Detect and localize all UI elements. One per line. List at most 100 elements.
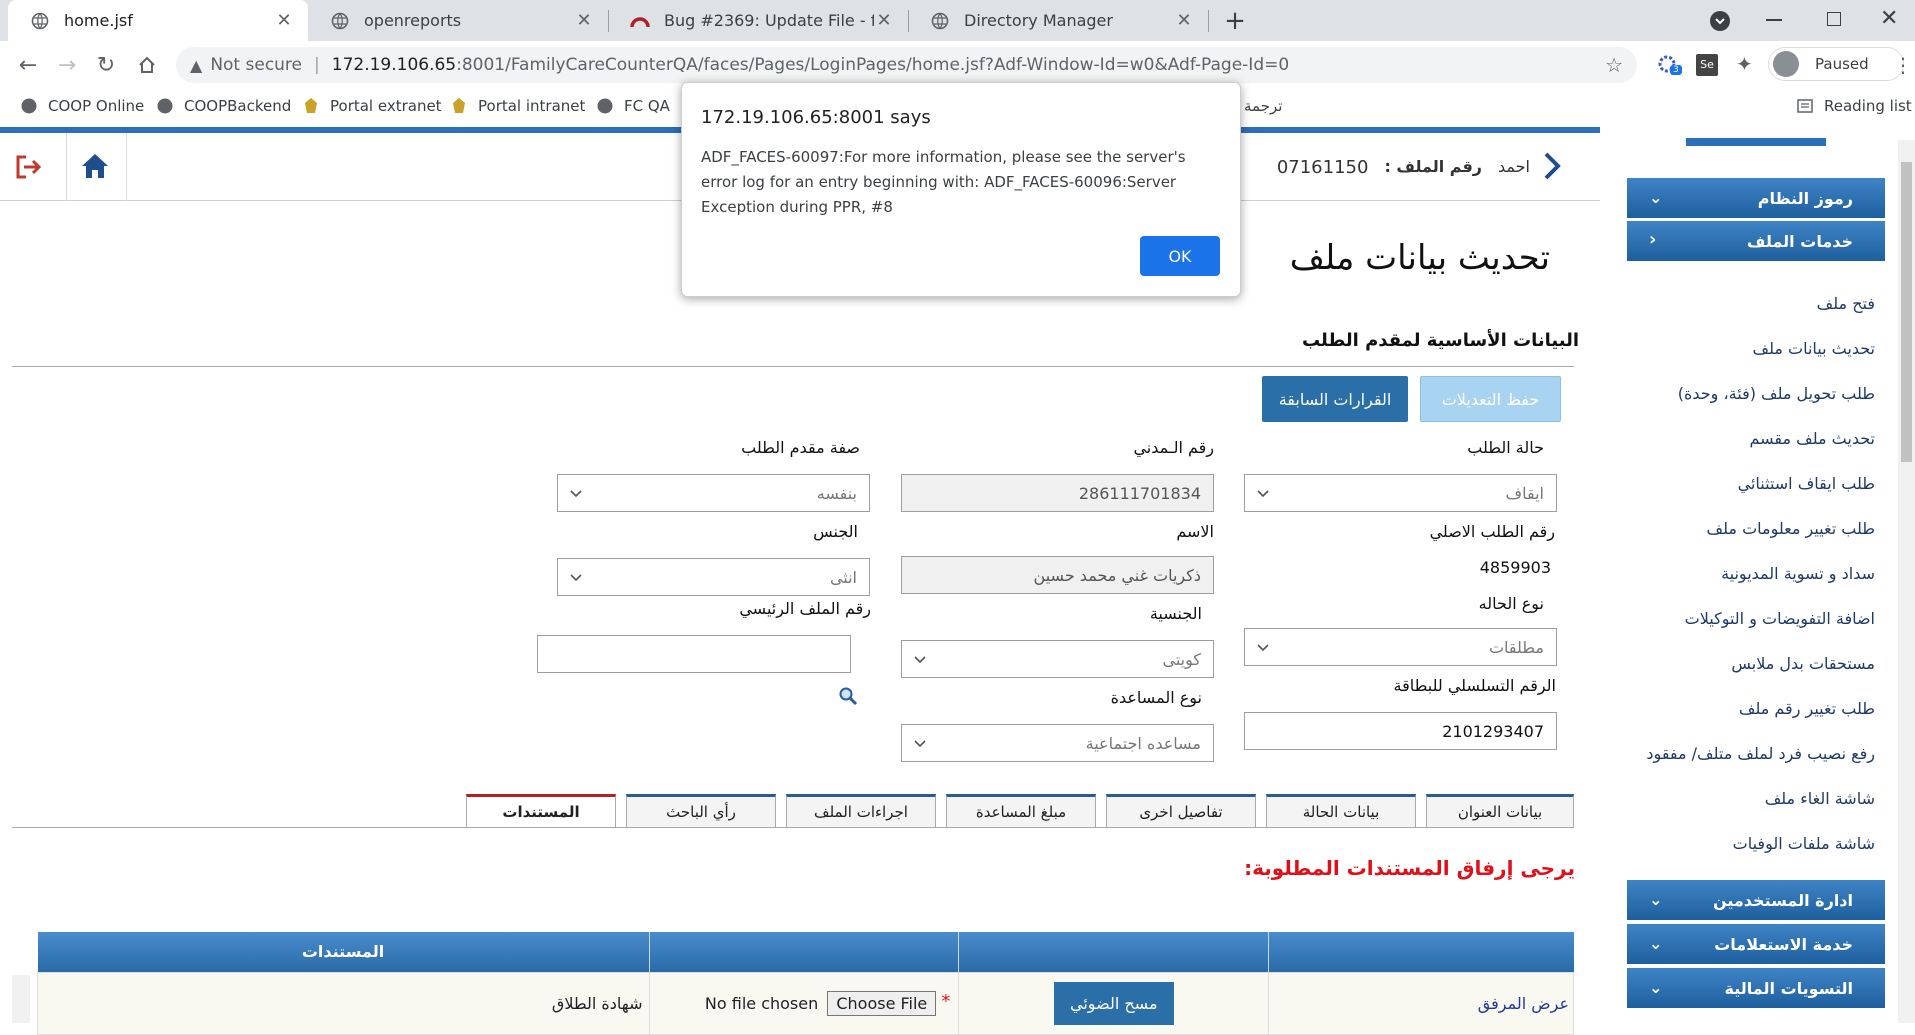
main-file-input[interactable]	[537, 635, 851, 673]
tab-directory-manager[interactable]: Directory Manager ✕	[908, 0, 1208, 41]
sidebar-section-user-management[interactable]: ادارة المستخدمين ⌄	[1627, 880, 1885, 920]
chevron-down-icon: ⌄	[1649, 890, 1663, 909]
applicant-role-select[interactable]: بنفسه	[557, 474, 870, 512]
browser-tab-strip: home.jsf ✕ openreports ✕ Bug #2369: Upda…	[0, 0, 1915, 41]
choose-file-button[interactable]: Choose File	[827, 990, 937, 1016]
tab-separator	[1208, 10, 1209, 32]
request-status-select[interactable]: ايقاف	[1244, 474, 1557, 512]
bookmark-label: FC QA	[624, 97, 670, 115]
sidebar-item-open-file[interactable]: فتح ملف	[1817, 294, 1875, 313]
tab-openreports[interactable]: openreports ✕	[308, 0, 608, 41]
tab-case-data[interactable]: بيانات الحالة	[1266, 794, 1416, 828]
window-close-icon[interactable]: ✕	[1880, 6, 1904, 34]
sidebar-scrollbar[interactable]	[1898, 140, 1915, 1023]
close-icon[interactable]: ✕	[574, 10, 594, 31]
tab-researcher-opinion[interactable]: رأي الباحث	[626, 794, 776, 828]
selenium-icon[interactable]: Se	[1696, 54, 1718, 76]
reload-icon[interactable]: ↻	[90, 49, 122, 81]
name-label: الاسم	[1176, 522, 1214, 541]
chevron-down-icon	[1257, 490, 1269, 498]
previous-decisions-button[interactable]: القرارات السابقة	[1262, 376, 1408, 422]
bookmark-item[interactable]: COOPBackend	[156, 94, 291, 118]
tab-bug[interactable]: Bug #2369: Update File - function ✕	[608, 0, 908, 41]
new-tab-button[interactable]: +	[1220, 6, 1250, 36]
tab-aid-amount[interactable]: مبلغ المساعدة	[946, 794, 1096, 828]
reading-list[interactable]: Reading list	[1796, 94, 1912, 118]
sidebar-item-clothing-allowance[interactable]: مستحقات بدل ملابس	[1731, 654, 1875, 673]
close-icon[interactable]: ✕	[874, 10, 894, 31]
tab-documents[interactable]: المستندات	[466, 794, 616, 828]
view-attachment-link[interactable]: عرض المرفق	[1268, 971, 1574, 1035]
scrollbar-thumb[interactable]	[1901, 162, 1912, 462]
home-icon[interactable]	[80, 151, 110, 181]
tab-search-icon[interactable]	[1710, 11, 1730, 31]
applicant-role-label: صفة مقدم الطلب	[741, 438, 860, 457]
gender-label: الجنس	[813, 522, 858, 541]
profile-button[interactable]: Paused	[1768, 47, 1904, 81]
sidebar-section-system-codes[interactable]: رموز النظام ⌄	[1627, 178, 1885, 218]
sidebar-item-change-info[interactable]: طلب تغيير معلومات ملف	[1707, 519, 1875, 538]
tab-home[interactable]: home.jsf ✕	[8, 0, 308, 41]
sidebar-item-deceased-files[interactable]: شاشة ملفات الوفيات	[1733, 834, 1875, 853]
bookmark-item[interactable]: FC QA	[596, 94, 670, 118]
sidebar-item-authorizations[interactable]: اضافة التفويضات و التوكيلات	[1685, 609, 1875, 628]
input-value: 286111701834	[1078, 483, 1201, 503]
restore-icon[interactable]	[1827, 12, 1841, 26]
scan-button[interactable]: مسح الضوئي	[1054, 981, 1174, 1025]
sidebar-section-inquiries[interactable]: خدمة الاستعلامات ⌄	[1627, 924, 1885, 964]
globe-icon	[156, 97, 174, 115]
forward-icon[interactable]: →	[51, 49, 83, 81]
table-header-row: المستندات	[37, 932, 1574, 972]
save-changes-button[interactable]: حفظ التعديلات	[1420, 376, 1561, 422]
bookmark-star-icon[interactable]: ☆	[1605, 53, 1623, 77]
home-icon[interactable]	[131, 49, 163, 81]
case-type-select[interactable]: مطلقات	[1244, 628, 1557, 666]
nationality-select[interactable]: كويتى	[901, 640, 1214, 678]
column-header: المستندات	[37, 932, 650, 972]
sidebar-item-exceptional-stop[interactable]: طلب ايقاف استثنائي	[1738, 474, 1875, 493]
url-host: 172.19.106.65	[331, 55, 457, 75]
bookmark-label: ترجمة	[1244, 97, 1283, 115]
search-icon[interactable]	[838, 686, 858, 706]
aid-type-select[interactable]: مساعده اجتماعية	[901, 724, 1214, 762]
sidebar-item-raise-share[interactable]: رفع نصيب فرد لملف متلف/ مفقود	[1646, 744, 1875, 763]
section-label: خدمة الاستعلامات	[1714, 934, 1853, 954]
sidebar-item-transfer-file[interactable]: طلب تحويل ملف (فئة، وحدة)	[1678, 384, 1875, 403]
sidebar-section-file-services[interactable]: خدمات الملف ‹	[1627, 221, 1885, 261]
card-serial-label: الرقم التسلسلي للبطاقة	[1393, 676, 1556, 695]
logout-icon[interactable]	[14, 153, 44, 181]
close-icon[interactable]: ✕	[274, 10, 294, 31]
bookmark-item[interactable]: Portal extranet	[302, 94, 442, 118]
chevron-down-icon: ⌄	[1649, 934, 1663, 953]
chevron-right-icon[interactable]	[1540, 151, 1564, 181]
address-bar[interactable]: ▲ Not secure | 172.19.106.65:8001/Family…	[176, 47, 1637, 83]
sidebar-item-update-file[interactable]: تحديث بيانات ملف	[1753, 339, 1876, 358]
bookmark-item[interactable]: Portal intranet	[450, 94, 585, 118]
aid-type-label: نوع المساعدة	[1110, 688, 1202, 707]
bookmark-item[interactable]: COOP Online	[20, 94, 144, 118]
close-icon[interactable]: ✕	[1174, 10, 1194, 31]
page-title: تحديث بيانات ملف	[1289, 238, 1550, 278]
ok-button[interactable]: OK	[1140, 236, 1220, 276]
tab-other-details[interactable]: تفاصيل اخرى	[1106, 794, 1256, 828]
tab-address[interactable]: بيانات العنوان	[1426, 794, 1574, 828]
extensions-puzzle-icon[interactable]: ✦	[1736, 52, 1760, 76]
back-icon[interactable]: ←	[12, 49, 44, 81]
gender-select[interactable]: انثى	[557, 558, 870, 596]
sidebar-item-change-file-number[interactable]: طلب تغيير رقم ملف	[1739, 699, 1875, 718]
sidebar-item-debt-settlement[interactable]: سداد و تسوية المديونية	[1721, 564, 1875, 583]
documents-notice: يرجى إرفاق المستندات المطلوبة:	[1244, 856, 1575, 880]
table-scrollbar[interactable]	[12, 975, 30, 1023]
minimize-icon[interactable]	[1766, 19, 1782, 21]
tab-title: home.jsf	[64, 11, 133, 30]
sidebar-item-update-split[interactable]: تحديث ملف مقسم	[1749, 429, 1875, 448]
sidebar-section-financial-settlements[interactable]: التسويات المالية ⌄	[1627, 968, 1885, 1008]
extension-gear-icon[interactable]: 3	[1656, 53, 1682, 77]
menu-icon[interactable]: ⋮	[1893, 53, 1913, 77]
bookmark-item[interactable]: ترجمة	[1244, 94, 1282, 118]
tab-file-procedures[interactable]: اجراءات الملف	[786, 794, 936, 828]
document-name: شهادة الطلاق	[37, 971, 650, 1035]
card-serial-input[interactable]: 2101293407	[1244, 712, 1557, 750]
sidebar-item-cancel-file[interactable]: شاشة الغاء ملف	[1765, 789, 1875, 808]
bookmark-label: Portal extranet	[330, 97, 442, 115]
